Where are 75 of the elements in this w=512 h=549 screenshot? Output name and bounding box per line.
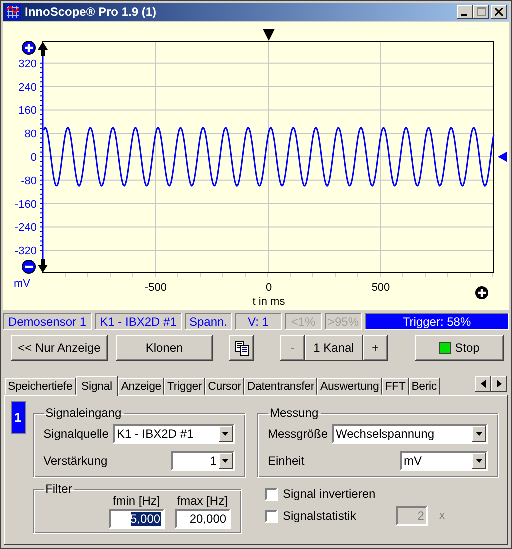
fmax-input[interactable]: 20,000: [174, 509, 231, 529]
copy-icon: [234, 340, 250, 356]
dropdown-arrow-icon: [222, 432, 230, 436]
tab[interactable]: Anzeige: [118, 378, 164, 395]
group-title: Signaleingang: [44, 406, 123, 420]
increase-channels-button[interactable]: +: [363, 335, 388, 361]
group-title: Filter: [44, 482, 74, 496]
scroll-right-button[interactable]: [491, 376, 507, 392]
y-tick-label: 80: [24, 128, 37, 141]
maximize-icon: [476, 7, 486, 16]
channel-count: 1 Kanal: [305, 335, 363, 361]
field-label: fmax [Hz]: [177, 494, 228, 508]
y-tick-label: 240: [18, 82, 37, 94]
tab[interactable]: Beric: [408, 378, 440, 395]
status-field: Demosensor 1: [3, 313, 92, 330]
grid-icon: [5, 4, 21, 20]
up-arrow-icon[interactable]: [38, 42, 48, 56]
x-tick-label: 500: [372, 282, 390, 294]
unit-dropdown[interactable]: mV: [400, 451, 488, 471]
y-tick-label: -320: [14, 246, 37, 258]
field-label: Einheit: [268, 454, 306, 468]
checkbox[interactable]: [264, 510, 278, 522]
field-label: Verstärkung: [44, 454, 109, 468]
status-field: K1 - IBX2D #1: [95, 313, 182, 330]
y-unit-label: mV: [14, 278, 30, 290]
checkbox-label: Signal invertieren: [282, 487, 376, 501]
y-tick-label: 0: [30, 152, 37, 164]
display-only-button[interactable]: << Nur Anzeige: [11, 335, 108, 361]
trigger-marker-icon[interactable]: [264, 30, 275, 40]
window-title: InnoScope® Pro 1.9 (1): [25, 5, 158, 19]
gain-dropdown[interactable]: 1: [170, 451, 235, 471]
dropdown-arrow-icon: [222, 459, 230, 463]
right-arrow-icon: [496, 380, 502, 388]
field-label: Messgröße: [268, 427, 328, 441]
x-axis-label: t in ms: [252, 296, 286, 308]
field-label: fmin [Hz]: [112, 494, 160, 508]
close-icon: [495, 8, 503, 16]
y-tick-label: 320: [18, 58, 37, 70]
maximize-button[interactable]: [473, 5, 489, 19]
count-suffix: x: [439, 510, 445, 522]
clone-button[interactable]: Klonen: [116, 335, 213, 361]
tab[interactable]: Signal: [76, 376, 118, 396]
x-tick-label: -500: [144, 282, 168, 294]
dropdown-arrow-icon: [476, 432, 482, 436]
tab[interactable]: FFT: [382, 378, 409, 395]
status-field: Spann.: [185, 313, 232, 330]
copy-button[interactable]: [229, 335, 254, 361]
fmin-input[interactable]: 5,000: [108, 509, 165, 529]
signal-source-dropdown[interactable]: K1 - IBX2D #1: [112, 424, 235, 444]
tab[interactable]: Datentransfer: [244, 378, 318, 395]
status-field: V: 1: [235, 313, 282, 330]
y-tick-label: -160: [14, 198, 37, 211]
tab[interactable]: Auswertung: [317, 378, 382, 395]
tab[interactable]: Speichertiefe: [5, 378, 76, 395]
y-tick-label: -80: [21, 175, 37, 188]
down-arrow-icon[interactable]: [38, 259, 48, 273]
field-label: Signalquelle: [44, 427, 109, 441]
checkbox[interactable]: [264, 488, 278, 500]
channel-badge: 1: [11, 401, 26, 434]
tab[interactable]: Trigger: [164, 378, 206, 395]
tab[interactable]: Cursor: [205, 378, 244, 395]
y-tick-label: 160: [18, 105, 37, 118]
minimize-button[interactable]: [457, 5, 473, 19]
trigger-status: Trigger: 58%: [365, 313, 509, 330]
y-tick-label: -240: [14, 222, 37, 234]
close-button[interactable]: [491, 5, 507, 19]
x-tick-label: 0: [266, 282, 272, 294]
trigger-level-icon[interactable]: [498, 152, 507, 162]
group-title: Messung: [268, 406, 320, 420]
left-arrow-icon: [480, 380, 486, 388]
scroll-left-button[interactable]: [475, 376, 491, 392]
dropdown-arrow-icon: [476, 459, 482, 463]
checkbox-label: Signalstatistik: [282, 509, 356, 523]
stop-button[interactable]: Stop: [415, 335, 504, 361]
quantity-dropdown[interactable]: Wechselspannung: [332, 424, 488, 444]
